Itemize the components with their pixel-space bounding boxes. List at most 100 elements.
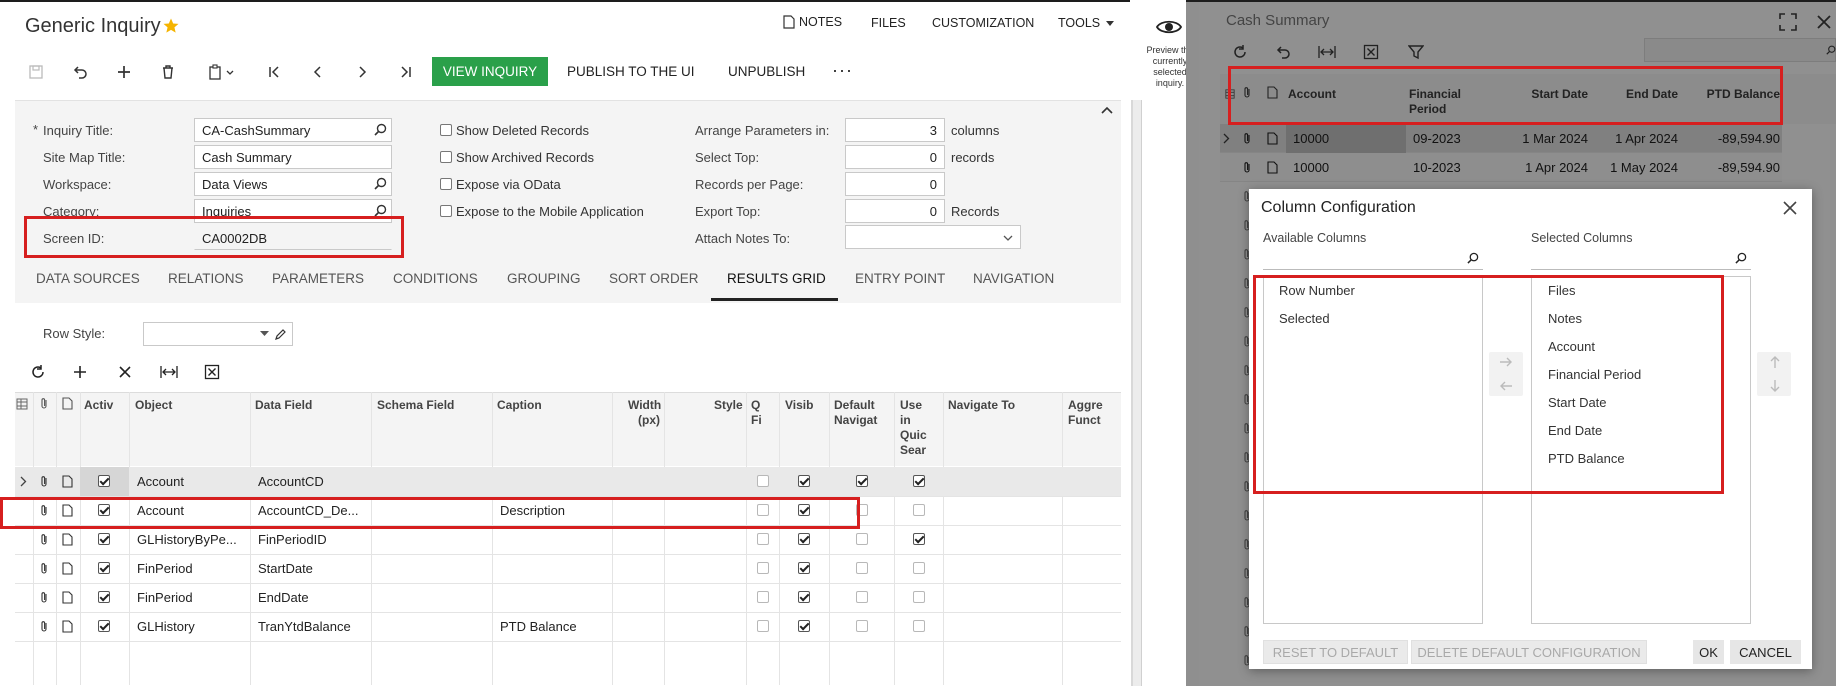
quick-filter-checkbox[interactable] xyxy=(757,504,769,516)
delete-default-button[interactable]: DELETE DEFAULT CONFIGURATION xyxy=(1411,640,1647,664)
save-button[interactable] xyxy=(22,58,50,86)
dialog-close-icon[interactable] xyxy=(1783,201,1797,215)
active-checkbox[interactable] xyxy=(98,562,110,574)
use-quick-search-checkbox[interactable] xyxy=(913,591,925,603)
selected-column-item[interactable]: Start Date xyxy=(1548,395,1607,410)
quick-filter-checkbox[interactable] xyxy=(757,475,769,487)
header-schema-field[interactable]: Schema Field xyxy=(377,398,454,413)
category-field[interactable]: Inquiries xyxy=(194,199,392,223)
available-column-item[interactable]: Row Number xyxy=(1279,283,1355,298)
refresh-button[interactable] xyxy=(24,358,52,386)
eye-icon[interactable] xyxy=(1156,18,1182,36)
next-record-button[interactable] xyxy=(348,58,376,86)
tab-navigation[interactable]: NAVIGATION xyxy=(973,271,1054,286)
cash-header-start-date[interactable]: Start Date xyxy=(1502,87,1588,102)
attachment-icon[interactable] xyxy=(39,533,49,546)
attachment-icon[interactable] xyxy=(39,620,49,633)
active-checkbox[interactable] xyxy=(98,591,110,603)
row-expand-icon[interactable] xyxy=(20,476,27,487)
use-quick-search-checkbox[interactable] xyxy=(913,533,925,545)
last-record-button[interactable] xyxy=(392,58,420,86)
export-top-field[interactable]: 0 xyxy=(845,199,945,223)
active-checkbox[interactable] xyxy=(98,475,110,487)
default-nav-checkbox[interactable] xyxy=(856,533,868,545)
fullscreen-icon[interactable] xyxy=(1779,13,1797,31)
export-excel-button[interactable] xyxy=(198,358,226,386)
search-input[interactable] xyxy=(1644,38,1836,62)
selected-column-item[interactable]: Financial Period xyxy=(1548,367,1641,382)
search-icon[interactable] xyxy=(1826,44,1836,56)
attachment-icon[interactable] xyxy=(39,504,49,517)
attachment-icon[interactable] xyxy=(39,475,49,488)
default-nav-checkbox[interactable] xyxy=(856,591,868,603)
quick-filter-checkbox[interactable] xyxy=(757,533,769,545)
show-archived-checkbox[interactable] xyxy=(440,151,452,163)
cancel-button[interactable]: CANCEL xyxy=(1730,640,1801,664)
add-button[interactable] xyxy=(110,58,138,86)
selected-column-item[interactable]: Account xyxy=(1548,339,1595,354)
move-down-icon[interactable] xyxy=(1768,379,1782,393)
use-quick-search-checkbox[interactable] xyxy=(913,504,925,516)
tab-grouping[interactable]: GROUPING xyxy=(507,271,581,286)
note-icon[interactable] xyxy=(1267,132,1278,145)
star-icon[interactable] xyxy=(162,17,180,35)
search-icon[interactable] xyxy=(374,204,387,217)
site-map-title-field[interactable]: Cash Summary xyxy=(194,145,392,169)
quick-filter-checkbox[interactable] xyxy=(757,620,769,632)
tab-entry-point[interactable]: ENTRY POINT xyxy=(855,271,945,286)
tab-data-sources[interactable]: DATA SOURCES xyxy=(36,271,140,286)
show-deleted-checkbox[interactable] xyxy=(440,124,452,136)
inquiry-title-field[interactable]: CA-CashSummary xyxy=(194,118,392,142)
cash-header-account[interactable]: Account xyxy=(1288,87,1336,102)
more-menu-button[interactable]: ··· xyxy=(832,60,853,81)
available-search-input[interactable] xyxy=(1263,248,1483,270)
customization-button[interactable]: CUSTOMIZATION xyxy=(932,16,1034,30)
header-object[interactable]: Object xyxy=(135,398,172,413)
tools-menu[interactable]: TOOLS xyxy=(1058,16,1115,30)
selected-column-item[interactable]: Files xyxy=(1548,283,1575,298)
note-icon[interactable] xyxy=(1267,161,1278,174)
previous-record-button[interactable] xyxy=(304,58,332,86)
refresh-button[interactable] xyxy=(1226,38,1254,66)
quick-filter-checkbox[interactable] xyxy=(757,562,769,574)
active-checkbox[interactable] xyxy=(98,504,110,516)
view-inquiry-button[interactable]: VIEW INQUIRY xyxy=(432,57,548,86)
selected-column-item[interactable]: Notes xyxy=(1548,311,1582,326)
tab-sort-order[interactable]: SORT ORDER xyxy=(609,271,699,286)
note-icon[interactable] xyxy=(62,591,73,604)
note-icon[interactable] xyxy=(62,562,73,575)
tab-relations[interactable]: RELATIONS xyxy=(168,271,244,286)
header-navigate-to[interactable]: Navigate To xyxy=(948,398,1015,413)
header-visible[interactable]: Visib xyxy=(785,398,813,413)
visible-checkbox[interactable] xyxy=(798,620,810,632)
add-row-button[interactable] xyxy=(66,358,94,386)
workspace-field[interactable]: Data Views xyxy=(194,172,392,196)
expose-odata-checkbox[interactable] xyxy=(440,178,452,190)
tab-conditions[interactable]: CONDITIONS xyxy=(393,271,478,286)
undo-button[interactable] xyxy=(1269,38,1297,66)
header-width[interactable]: Width (px) xyxy=(628,398,661,428)
visible-checkbox[interactable] xyxy=(798,475,810,487)
reset-default-button[interactable]: RESET TO DEFAULT xyxy=(1263,640,1408,664)
note-icon[interactable] xyxy=(62,533,73,546)
note-icon[interactable] xyxy=(62,620,73,633)
visible-checkbox[interactable] xyxy=(798,591,810,603)
column-settings-icon[interactable] xyxy=(16,398,28,410)
available-column-item[interactable]: Selected xyxy=(1279,311,1330,326)
cash-header-period[interactable]: Financial Period xyxy=(1409,87,1479,117)
move-right-icon[interactable] xyxy=(1499,355,1513,369)
attachment-icon[interactable] xyxy=(1242,161,1252,174)
search-icon[interactable] xyxy=(374,123,387,136)
active-checkbox[interactable] xyxy=(98,533,110,545)
ok-button[interactable]: OK xyxy=(1693,640,1724,664)
header-active[interactable]: Activ xyxy=(84,398,113,413)
delete-row-button[interactable] xyxy=(111,358,139,386)
use-quick-search-checkbox[interactable] xyxy=(913,475,925,487)
pencil-icon[interactable] xyxy=(274,328,287,341)
tab-results-grid[interactable]: RESULTS GRID xyxy=(727,271,826,286)
header-style[interactable]: Style xyxy=(714,398,743,413)
publish-button[interactable]: PUBLISH TO THE UI xyxy=(567,64,695,79)
attachment-icon[interactable] xyxy=(39,591,49,604)
use-quick-search-checkbox[interactable] xyxy=(913,620,925,632)
note-icon[interactable] xyxy=(62,475,73,488)
